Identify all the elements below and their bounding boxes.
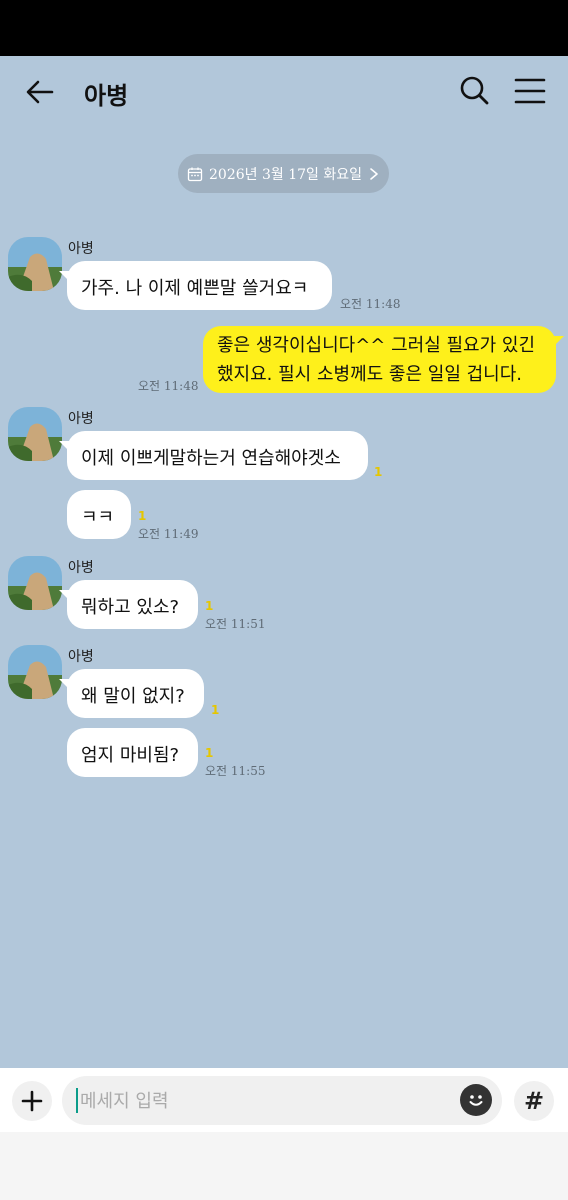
message-bubble[interactable]: 가주. 나 이제 예쁜말 쓸거요ㅋ (59, 261, 332, 310)
message-bubble[interactable]: 뭐하고 있소? (59, 580, 198, 629)
message-text: 이제 이쁘게말하는거 연습해야겟소 (81, 448, 341, 469)
message-text: 왜 말이 없지? (81, 686, 185, 707)
message-bubble[interactable]: 이제 이쁘게말하는거 연습해야겟소 (59, 431, 368, 480)
chat-title: 아병 (84, 82, 129, 110)
avatar-photo (8, 645, 62, 699)
avatar-photo (8, 407, 62, 461)
unread-count: 1 (205, 599, 214, 613)
date-label: 2026년 3월 17일 화요일 (209, 166, 362, 183)
unread-count: 1 (138, 509, 147, 523)
hashtag-label: # (523, 1087, 545, 1115)
message-input[interactable] (78, 1084, 452, 1119)
message-input-wrapper[interactable] (62, 1076, 502, 1125)
avatar[interactable] (8, 556, 62, 610)
attach-button[interactable] (12, 1081, 52, 1121)
arrow-left-icon (26, 80, 54, 104)
date-divider[interactable]: 2026년 3월 17일 화요일 (178, 154, 389, 193)
sender-name: 아병 (68, 649, 94, 665)
message-time: 오전 11:51 (205, 617, 266, 631)
unread-count: 1 (374, 465, 383, 479)
avatar[interactable] (8, 237, 62, 291)
unread-count: 1 (211, 703, 220, 717)
message-text: 뭐하고 있소? (81, 597, 180, 618)
message-composer: # (0, 1068, 568, 1132)
search-icon (460, 76, 489, 105)
avatar[interactable] (8, 407, 62, 461)
message-bubble[interactable]: ㅋㅋ (67, 490, 131, 539)
hashtag-button[interactable]: # (514, 1081, 554, 1121)
message-time: 오전 11:48 (138, 379, 199, 393)
avatar-photo (8, 237, 62, 291)
sender-name: 아병 (68, 241, 94, 257)
search-button[interactable] (456, 72, 494, 110)
emoji-button[interactable] (460, 1084, 492, 1116)
bottom-area (0, 1132, 568, 1200)
message-time: 오전 11:55 (205, 764, 266, 778)
message-time: 오전 11:49 (138, 527, 199, 541)
menu-button[interactable] (510, 72, 550, 110)
message-bubble[interactable]: 엄지 마비됨? (67, 728, 198, 777)
my-message-bubble[interactable]: 좋은 생각이십니다^^ 그러실 필요가 있긴 했지요. 필시 소병께도 좋은 일… (203, 326, 564, 393)
message-text: 가주. 나 이제 예쁜말 쓸거요ㅋ (81, 278, 309, 299)
sender-name: 아병 (68, 411, 94, 427)
message-time: 오전 11:48 (340, 297, 401, 311)
calendar-icon (187, 167, 203, 181)
chat-header: 아병 (0, 56, 568, 128)
sender-name: 아병 (68, 560, 94, 576)
emoji-icon (469, 1095, 483, 1106)
back-button[interactable] (22, 74, 58, 110)
status-bar (0, 0, 568, 56)
message-text: 엄지 마비됨? (81, 745, 180, 766)
plus-icon (21, 1090, 43, 1112)
message-bubble[interactable]: 왜 말이 없지? (59, 669, 204, 718)
message-text: ㅋㅋ (81, 507, 115, 528)
chevron-right-icon (370, 167, 378, 180)
unread-count: 1 (205, 746, 214, 760)
hamburger-menu-icon (514, 78, 546, 104)
avatar[interactable] (8, 645, 62, 699)
avatar-photo (8, 556, 62, 610)
message-text: 좋은 생각이십니다^^ 그러실 필요가 있긴 했지요. 필시 소병께도 좋은 일… (217, 335, 536, 385)
